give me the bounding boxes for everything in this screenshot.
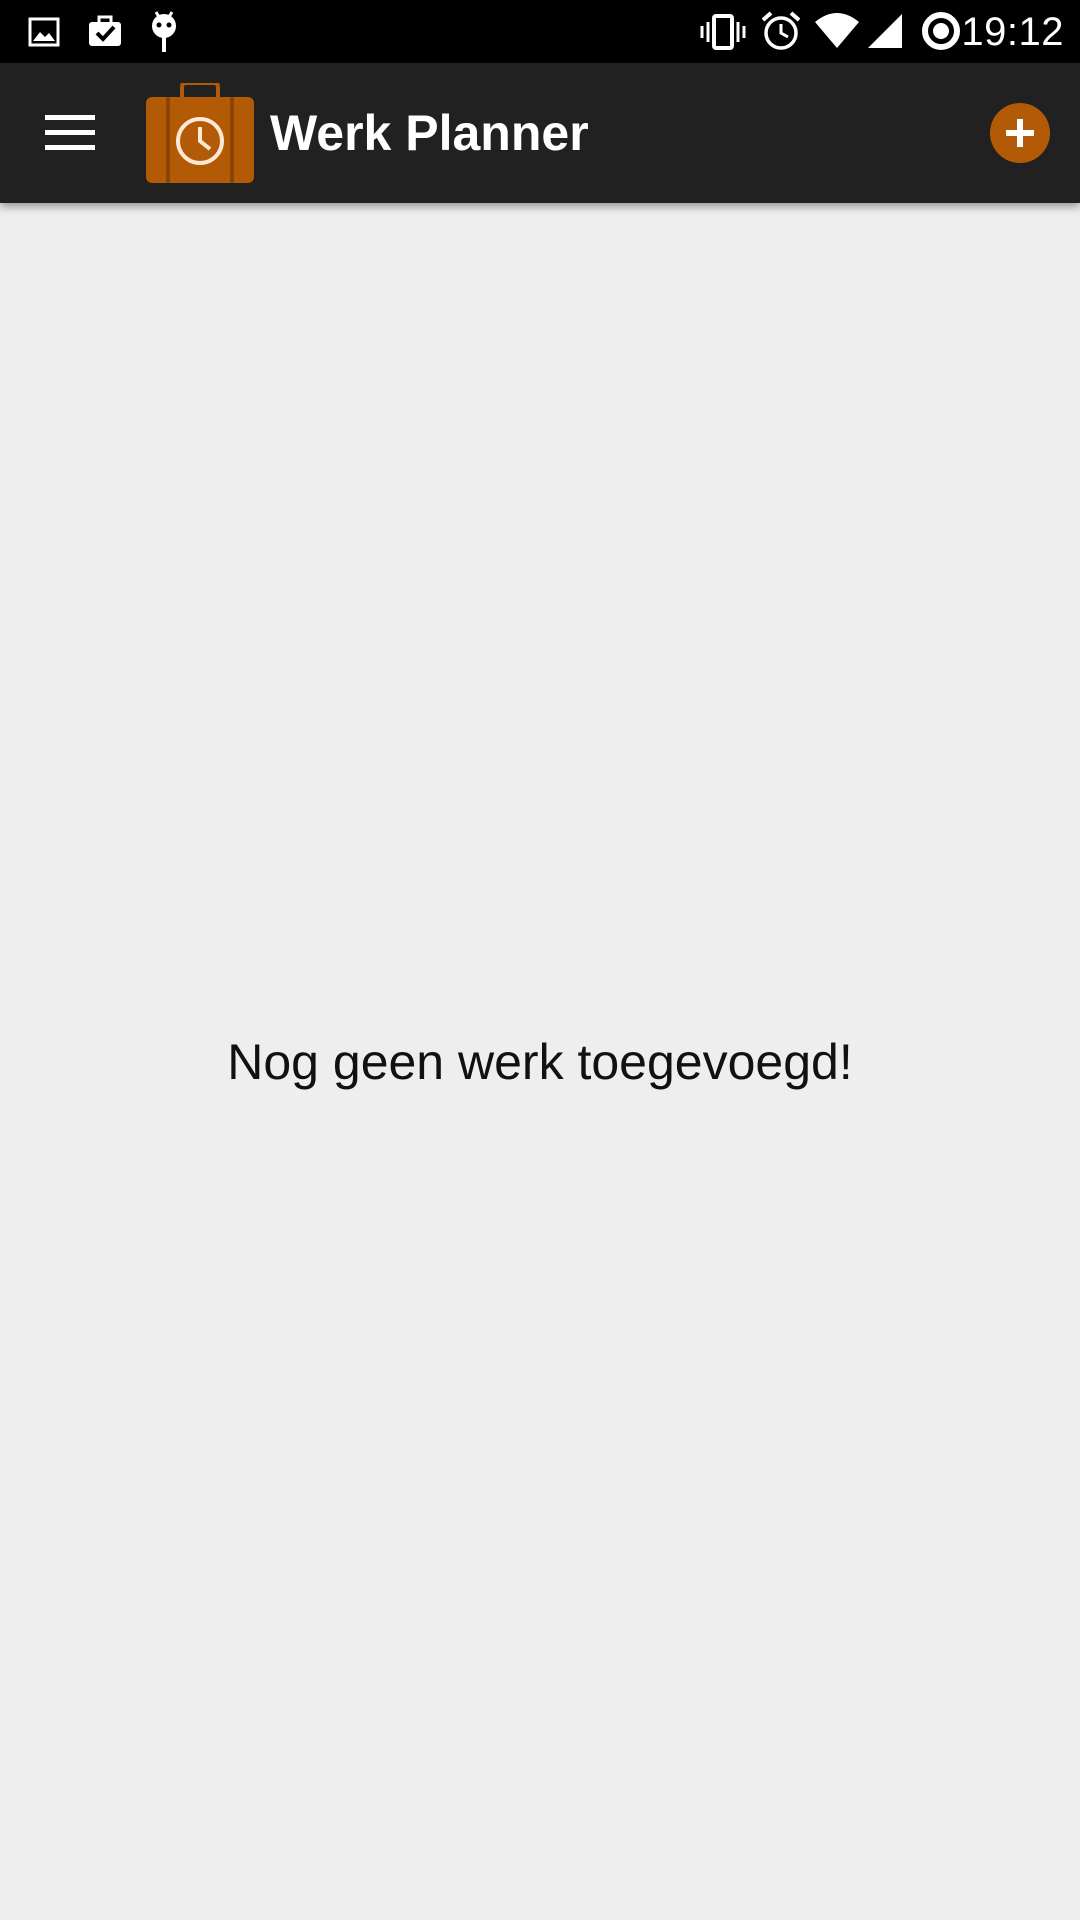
sync-icon bbox=[922, 12, 960, 50]
toolbar: Werk Planner bbox=[0, 63, 1080, 203]
briefcase-clock-icon bbox=[146, 83, 254, 183]
android-icon bbox=[152, 11, 176, 52]
app-title: Werk Planner bbox=[270, 105, 589, 161]
hamburger-menu-icon bbox=[45, 115, 95, 150]
image-icon bbox=[28, 17, 60, 47]
signal-icon bbox=[868, 14, 902, 48]
vibrate-icon bbox=[700, 14, 746, 50]
status-time: 19:12 bbox=[961, 10, 1064, 54]
status-bar: 19:12 bbox=[0, 0, 1080, 63]
add-button[interactable] bbox=[990, 103, 1050, 163]
wifi-icon bbox=[815, 13, 859, 48]
menu-button[interactable] bbox=[30, 98, 110, 168]
alarm-icon bbox=[761, 11, 801, 50]
empty-state-message: Nog geen werk toegevoegd! bbox=[227, 1034, 853, 1090]
briefcase-check-icon bbox=[89, 15, 121, 46]
plus-icon bbox=[1006, 119, 1034, 147]
